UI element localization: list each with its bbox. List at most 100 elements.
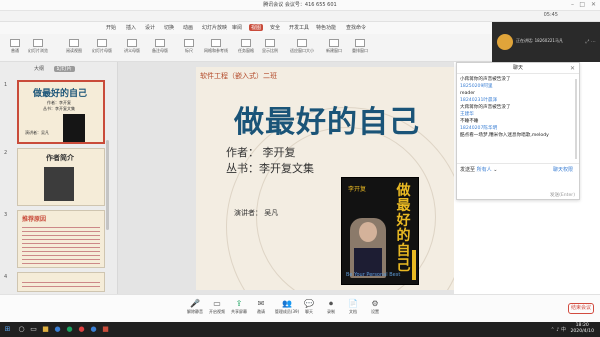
ruler-button[interactable]: 标尺	[184, 39, 194, 54]
arrange-windows-button[interactable]: 重排窗口	[352, 39, 368, 54]
handout-master-button[interactable]: 讲义母版	[124, 39, 140, 54]
tab-insert[interactable]: 插入	[124, 24, 138, 31]
browser-icon[interactable]: ●	[52, 324, 63, 335]
thumbnail-number: 4	[4, 274, 8, 280]
tab-security[interactable]: 安全	[268, 24, 282, 31]
chat-message: reader	[460, 91, 476, 96]
tab-search-command[interactable]: 查找命令	[344, 24, 368, 31]
chat-icon: 💬	[304, 299, 314, 308]
meeting-timer: 05:45	[543, 12, 558, 18]
ruler-icon	[184, 39, 194, 47]
chat-message: 酷点看一场梦,糟米你入迷息你唱歌,melody	[460, 133, 549, 138]
wechat-icon[interactable]: ●	[64, 324, 75, 335]
normal-view-button[interactable]: 普通	[10, 39, 20, 54]
unmute-button[interactable]: 🎤 解除静音	[184, 299, 206, 315]
speaker-avatar	[497, 34, 513, 50]
start-video-button[interactable]: ▭ 开启视频	[206, 299, 228, 315]
thumbnail-text-block	[22, 279, 100, 289]
tab-transitions[interactable]: 切换	[162, 24, 176, 31]
task-view-icon[interactable]: ▭	[28, 324, 39, 335]
slide-thumbnail-2[interactable]: 作者简介	[17, 148, 105, 206]
close-icon[interactable]: ✕	[591, 1, 596, 9]
reading-view-button[interactable]: 阅读视图	[66, 39, 82, 54]
slide-title: 做最好的自己	[234, 105, 420, 140]
taskbar-clock[interactable]: 18:20 2020/4/10	[570, 323, 594, 335]
manage-members-button[interactable]: 👥 管理成员(39)	[274, 299, 300, 315]
notes-master-button[interactable]: 备注母版	[152, 39, 168, 54]
chat-input[interactable]	[460, 174, 576, 191]
tencent-meeting-icon[interactable]: ●	[88, 324, 99, 335]
chat-button[interactable]: 💬 聊天	[298, 299, 320, 315]
chat-message: 大蒋蒋你的声音被告没了	[460, 105, 511, 110]
grid-guides-button[interactable]: 网格和参考线	[204, 39, 228, 54]
minimize-icon[interactable]: –	[571, 1, 574, 9]
send-button[interactable]: 发送(Enter)	[550, 192, 575, 198]
expand-video-icon[interactable]: ⤢	[585, 39, 589, 45]
slide-thumbnail-3[interactable]: 推荐原因	[17, 210, 105, 268]
thumbnail-title: 作者简介	[46, 154, 74, 162]
book-cover-stripe	[412, 250, 416, 280]
book-signature: 李开复	[348, 186, 367, 193]
system-tray-icons[interactable]: ⌃ ♪ 中	[550, 326, 566, 333]
thumbnail-portrait-image	[44, 167, 74, 201]
thumbnail-title: 推荐原因	[22, 216, 47, 223]
tab-slideshow[interactable]: 幻灯片放映	[200, 24, 229, 31]
share-screen-button[interactable]: ⇪ 共享屏幕	[228, 299, 250, 315]
record-button[interactable]: ⏺ 录制	[320, 299, 342, 315]
tab-features[interactable]: 特色功能	[314, 24, 338, 31]
tab-animations[interactable]: 动画	[181, 24, 195, 31]
notes-master-icon	[155, 39, 165, 47]
slide-thumbnail-1[interactable]: 做最好的自己 作者：李开复 丛书：李开复文集 演讲者：吴凡	[17, 80, 105, 144]
tab-view[interactable]: 视图	[249, 24, 264, 31]
settings-icon: ⚙	[371, 299, 379, 308]
send-to-selector[interactable]: 发送至 所有人 ⌄	[460, 166, 497, 173]
tab-developer[interactable]: 开发工具	[287, 24, 311, 31]
new-window-button[interactable]: 新建窗口	[326, 39, 342, 54]
tab-home[interactable]: 开始	[104, 24, 118, 31]
more-options-icon[interactable]: ⋯	[591, 39, 596, 45]
thumbnail-title: 做最好的自己	[33, 89, 88, 99]
camera-icon: ▭	[213, 299, 221, 308]
chat-message: 不睡不睡	[460, 119, 479, 124]
task-pane-button[interactable]: 任务窗格	[238, 39, 254, 54]
chat-compose: 发送至 所有人 ⌄ 聊天权限 发送(Enter)	[457, 163, 579, 200]
app-icon[interactable]: ●	[76, 324, 87, 335]
thumbnail-scrollbar[interactable]	[106, 140, 109, 230]
video-controls: ⤢ ⋯	[585, 39, 596, 45]
settings-button[interactable]: ⚙ 设置	[364, 299, 386, 315]
search-icon[interactable]: ○	[16, 324, 27, 335]
book-english-title: Be Your Personal Best	[346, 272, 401, 278]
document-icon: 📄	[348, 299, 358, 308]
windows-taskbar: ⊞ ○ ▭ ■ ● ● ● ● ■ ⌃ ♪ 中 18:20 2020/4/10	[0, 322, 600, 337]
task-pane-icon	[241, 39, 251, 47]
end-meeting-button[interactable]: 结束会议	[568, 303, 594, 314]
slide-master-button[interactable]: 幻灯片母版	[92, 39, 112, 54]
handout-master-icon	[127, 39, 137, 47]
invite-button[interactable]: ✉ 邀请	[250, 299, 272, 315]
speaker-video-strip: 正在讲话: 18260221马凡 ⤢ ⋯	[492, 22, 600, 62]
slide-author: 作者： 李开复	[226, 146, 296, 159]
members-icon: 👥	[282, 299, 292, 308]
fit-window-button[interactable]: 适应窗口大小	[290, 39, 314, 54]
slide-sorter-button[interactable]: 幻灯片浏览	[28, 39, 48, 54]
slide-thumbnail-4[interactable]	[17, 272, 105, 292]
maximize-icon[interactable]: □	[579, 1, 585, 9]
zoom-button[interactable]: 显示比例	[262, 39, 278, 54]
chat-sender: 18240231叶晨泽	[460, 98, 498, 103]
ribbon-toolbar: 普通 幻灯片浏览 阅读视图 幻灯片母版 讲义母版 备注母版 标尺 网格和参考线 …	[0, 34, 492, 62]
slide-speaker: 演讲者： 吴凡	[234, 209, 279, 217]
tab-design[interactable]: 设计	[143, 24, 157, 31]
document-button[interactable]: 📄 文档	[342, 299, 364, 315]
book-cover-title: 做最好的自己	[396, 183, 411, 274]
windows-start-icon[interactable]: ⊞	[2, 324, 13, 335]
meeting-title-bar: 腾讯会议 会议号：416 655 601 – □ ✕	[0, 0, 600, 11]
file-explorer-icon[interactable]: ■	[40, 324, 51, 335]
chat-permission-button[interactable]: 聊天权限	[553, 166, 573, 173]
slides-tab[interactable]: 幻灯片	[53, 66, 75, 72]
current-slide[interactable]: 软件工程（嵌入式）二班 做最好的自己 作者： 李开复 丛书：李开复文集 演讲者：…	[196, 67, 454, 290]
chat-scrollbar[interactable]	[575, 79, 577, 159]
outline-tab[interactable]: 大纲	[34, 66, 44, 72]
tab-review[interactable]: 审阅	[230, 24, 244, 31]
wps-presentation-icon[interactable]: ■	[100, 324, 111, 335]
close-chat-icon[interactable]: ✕	[570, 63, 575, 74]
